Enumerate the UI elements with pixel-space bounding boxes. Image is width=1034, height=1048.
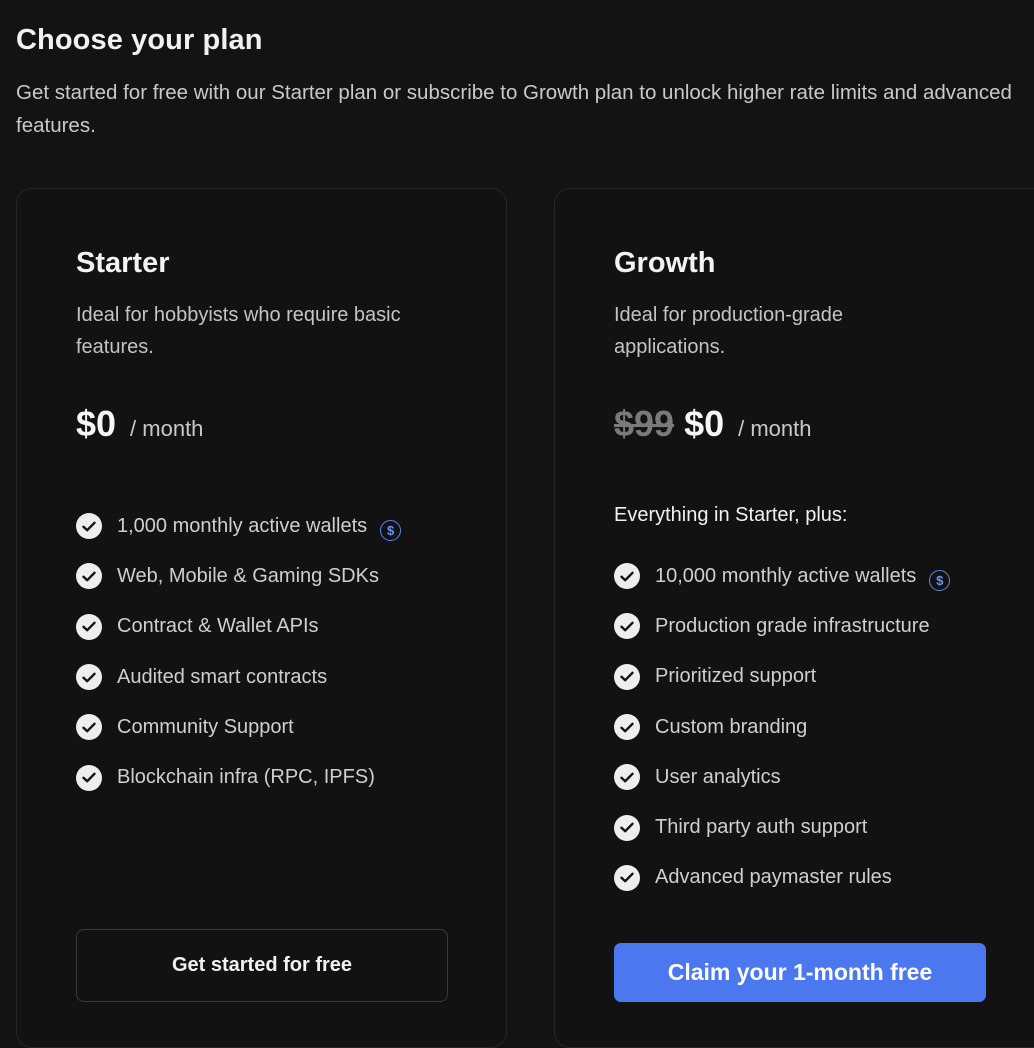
feature-label: Contract & Wallet APIs: [117, 615, 319, 638]
check-circle-icon: [614, 764, 640, 791]
feature-item: Prioritized support: [614, 652, 950, 702]
price-row: $0 / month: [76, 403, 203, 445]
check-circle-icon: [614, 814, 640, 841]
feature-item: Web, Mobile & Gaming SDKs: [76, 551, 401, 601]
plan-card-starter: Starter Ideal for hobbyists who require …: [16, 188, 507, 1048]
check-circle-icon: [614, 563, 640, 590]
plan-name: Starter: [76, 247, 170, 279]
price-period: / month: [738, 416, 812, 441]
page-subtitle: Get started for free with our Starter pl…: [16, 81, 1012, 137]
feature-item: Third party auth support: [614, 802, 950, 852]
check-circle-icon: [614, 864, 640, 891]
feature-label: Third party auth support: [655, 816, 868, 839]
feature-label: Community Support: [117, 715, 294, 738]
old-price: $99: [614, 403, 675, 444]
check-circle-icon: [76, 664, 102, 691]
feature-label: Web, Mobile & Gaming SDKs: [117, 564, 379, 587]
check-circle-icon: [76, 764, 102, 791]
feature-item: Advanced paymaster rules: [614, 853, 950, 903]
feature-item: Community Support: [76, 702, 401, 752]
dollar-circle-icon[interactable]: $: [929, 569, 951, 591]
feature-label: Prioritized support: [655, 665, 817, 688]
check-circle-icon: [76, 613, 102, 640]
plan-card-growth: Growth Ideal for production-grade applic…: [554, 188, 1034, 1048]
feature-item: 10,000 monthly active wallets $: [614, 551, 951, 601]
price-row: $99 $0 / month: [614, 403, 812, 445]
feature-item: Blockchain infra (RPC, IPFS): [76, 752, 401, 802]
plan-description: Ideal for hobbyists who require basic fe…: [76, 304, 401, 358]
feature-list: 10,000 monthly active wallets $ Producti…: [614, 551, 951, 903]
feature-label: Blockchain infra (RPC, IPFS): [117, 766, 375, 789]
check-circle-icon: [614, 714, 640, 741]
feature-list: 1,000 monthly active wallets $ Web, Mobi…: [76, 501, 402, 803]
feature-item: Production grade infrastructure: [614, 601, 950, 651]
features-lead: Everything in Starter, plus:: [614, 504, 848, 526]
check-circle-icon: [614, 613, 640, 640]
page-title: Choose your plan: [16, 24, 263, 56]
feature-label: 1,000 monthly active wallets: [117, 514, 368, 537]
feature-label: 10,000 monthly active wallets: [655, 564, 917, 587]
claim-free-month-button[interactable]: Claim your 1-month free: [614, 943, 986, 1002]
feature-label: Advanced paymaster rules: [655, 866, 892, 889]
check-circle-icon: [614, 663, 640, 690]
feature-label: Production grade infrastructure: [655, 614, 930, 637]
plan-price: $0: [684, 403, 725, 444]
dollar-circle-icon[interactable]: $: [380, 519, 402, 541]
check-circle-icon: [76, 513, 102, 540]
check-circle-icon: [76, 563, 102, 590]
plan-name: Growth: [614, 247, 716, 279]
feature-label: Audited smart contracts: [117, 665, 328, 688]
feature-item: 1,000 monthly active wallets $: [76, 501, 402, 551]
get-started-free-button[interactable]: Get started for free: [76, 929, 448, 1002]
price-period: / month: [130, 416, 204, 441]
feature-item: Audited smart contracts: [76, 652, 401, 702]
plan-price: $0: [76, 403, 117, 444]
feature-label: User analytics: [655, 765, 781, 788]
feature-item: Custom branding: [614, 702, 950, 752]
plan-description: Ideal for production-grade applications.: [614, 304, 844, 358]
feature-item: Contract & Wallet APIs: [76, 602, 401, 652]
check-circle-icon: [76, 714, 102, 741]
feature-label: Custom branding: [655, 715, 808, 738]
feature-item: User analytics: [614, 752, 950, 802]
